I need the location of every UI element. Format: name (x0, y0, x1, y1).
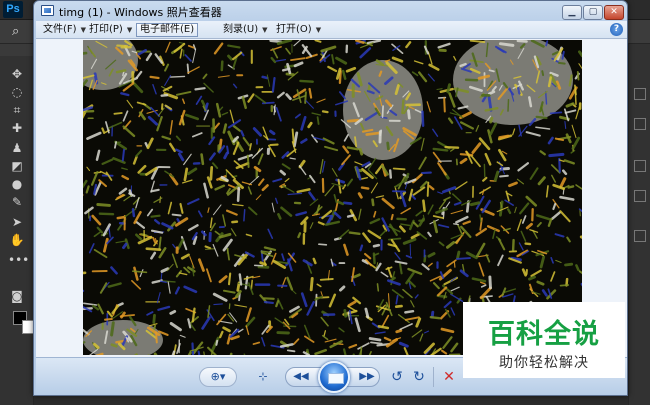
quick-mask-icon[interactable]: ◙ (8, 288, 26, 304)
actual-size-button[interactable]: ⊹ (254, 369, 272, 385)
actual-size-icon: ⊹ (258, 370, 268, 383)
title-bar[interactable]: timg (1) - Windows 照片查看器 ▁ ▢ ✕ (34, 1, 627, 21)
photo-viewer-app-icon (41, 5, 54, 16)
chevron-down-icon: ▼ (262, 26, 268, 34)
delete-button[interactable]: ✕ (440, 369, 458, 385)
menu-burn[interactable]: 刻录(U) ▼ (220, 23, 271, 37)
select-icon[interactable]: ➤ (8, 214, 26, 230)
panel-icon[interactable] (634, 118, 646, 130)
previous-icon: ◀◀ (293, 371, 309, 382)
panel-icon[interactable] (634, 190, 646, 202)
menu-file[interactable]: 文件(F) ▼ (40, 23, 89, 37)
more-icon[interactable]: ••• (8, 252, 29, 268)
menu-open[interactable]: 打开(O) ▼ (273, 23, 324, 37)
photoshop-panel-strip (628, 44, 650, 405)
menu-email[interactable]: 电子邮件(E) (136, 23, 199, 37)
blur-icon[interactable]: ● (8, 176, 26, 192)
move-icon[interactable]: ✥ (8, 66, 26, 82)
baike-watermark: 百科全说 助你轻松解决 (463, 302, 625, 378)
rotate-clockwise-icon: ↻ (413, 369, 425, 385)
zoom-icon: ⊕▾ (210, 370, 226, 383)
search-icon[interactable]: ⌕ (12, 24, 30, 40)
rotate-counterclockwise-button[interactable]: ↺ (388, 369, 406, 385)
panel-icon[interactable] (634, 88, 646, 100)
healing-icon[interactable]: ✚ (8, 120, 26, 136)
menu-print[interactable]: 打印(P) ▼ (86, 23, 135, 37)
close-button[interactable]: ✕ (604, 5, 624, 20)
next-button[interactable]: ▶▶ (356, 369, 378, 385)
hand-icon[interactable]: ✋ (8, 232, 26, 248)
watermark-title: 百科全说 (488, 319, 600, 350)
chevron-down-icon: ▼ (315, 26, 322, 34)
window-title: timg (1) - Windows 照片查看器 (59, 6, 222, 19)
delete-icon: ✕ (443, 369, 455, 385)
minimize-button[interactable]: ▁ (562, 5, 582, 20)
rotate-counterclockwise-icon: ↺ (391, 369, 403, 385)
photoshop-logo: Ps (3, 1, 23, 18)
maximize-button[interactable]: ▢ (583, 5, 603, 20)
zoom-button[interactable]: ⊕▾ (199, 367, 237, 387)
help-icon[interactable]: ? (610, 23, 623, 36)
panel-icon[interactable] (634, 230, 646, 242)
chevron-down-icon: ▼ (126, 26, 133, 34)
rotate-clockwise-button[interactable]: ↻ (410, 369, 428, 385)
maximize-icon: ▢ (588, 7, 598, 17)
lasso-icon[interactable]: ◌ (8, 84, 26, 100)
close-icon: ✕ (610, 7, 618, 17)
pen-icon[interactable]: ✎ (8, 194, 26, 210)
slideshow-button[interactable] (318, 361, 350, 393)
previous-button[interactable]: ◀◀ (290, 369, 312, 385)
watermark-subtitle: 助你轻松解决 (499, 355, 589, 371)
next-icon: ▶▶ (359, 371, 375, 382)
eraser-icon[interactable]: ◩ (8, 158, 26, 174)
stamp-icon[interactable]: ♟ (8, 140, 26, 156)
divider (433, 367, 434, 387)
crop-icon[interactable]: ⌗ (8, 102, 26, 118)
panel-icon[interactable] (634, 160, 646, 172)
menu-bar: 文件(F) ▼ 打印(P) ▼ 电子邮件(E) 刻录(U) ▼ 打开(O) ▼ ? (36, 21, 627, 39)
photoshop-toolbar: ✥ ◌ ⌗ ✚ ♟ ◩ ● ✎ ➤ ✋ ••• ◙ (0, 56, 36, 405)
minimize-icon: ▁ (568, 7, 576, 17)
